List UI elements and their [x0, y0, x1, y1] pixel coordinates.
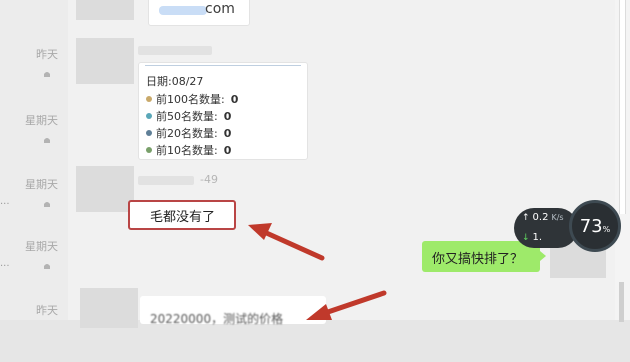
annotation-overlay: [248, 223, 387, 320]
annotation-arrow: [306, 290, 387, 320]
annotation-arrow: [248, 223, 325, 261]
